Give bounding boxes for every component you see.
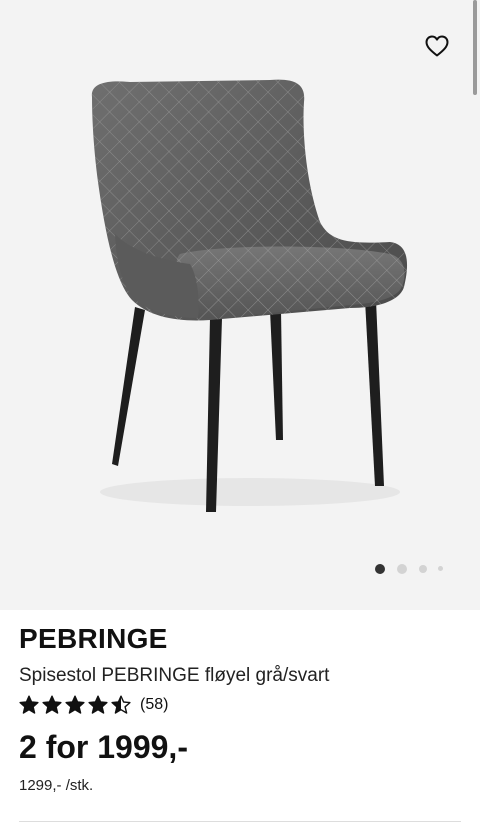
- product-price: 2 for 1999,-: [19, 729, 188, 765]
- star-icon: [42, 695, 62, 714]
- heart-outline-icon: [425, 35, 449, 57]
- star-icon: [19, 695, 39, 714]
- product-rating[interactable]: (58): [19, 694, 168, 716]
- divider: [19, 821, 461, 822]
- product-image-gallery[interactable]: [0, 0, 480, 610]
- product-title: PEBRINGE: [19, 623, 168, 654]
- review-count: (58): [140, 696, 169, 713]
- star-icon: [111, 695, 131, 714]
- pagination-dot-active[interactable]: [375, 564, 385, 574]
- rating-stars: [19, 695, 134, 715]
- gallery-pagination[interactable]: [0, 563, 480, 575]
- pagination-dot[interactable]: [397, 564, 407, 574]
- scrollbar[interactable]: [473, 0, 477, 95]
- unit-price: 1299,- /stk.: [19, 777, 94, 794]
- product-description: Spisestol PEBRINGE fløyel grå/svart: [19, 665, 330, 686]
- star-icon: [88, 695, 108, 714]
- product-image-chair: [91, 79, 408, 512]
- pagination-dot[interactable]: [438, 566, 443, 571]
- favorite-button[interactable]: [422, 31, 452, 61]
- star-icon: [65, 695, 85, 714]
- pagination-dot[interactable]: [419, 565, 427, 573]
